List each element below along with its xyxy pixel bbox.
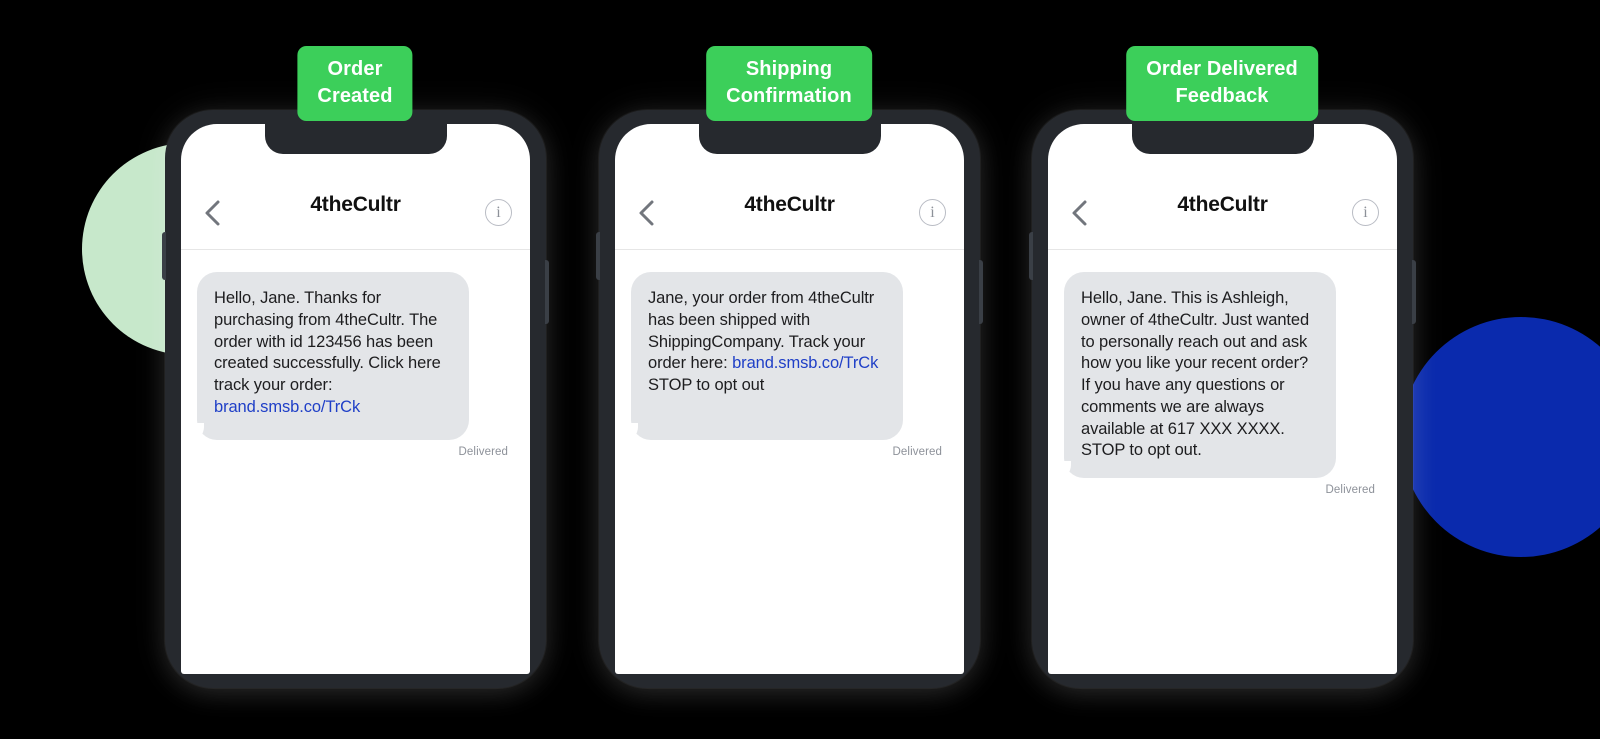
phone-frame: 4theCultr i Hello, Jane. This is Ashleig…: [1029, 110, 1416, 688]
phone-screen: 4theCultr i Jane, your order from 4theCu…: [615, 124, 964, 674]
phone-side-button-right[interactable]: [979, 260, 983, 324]
phone-card-order-delivered-feedback: Order Delivered Feedback 4theCultr i Hel…: [1022, 0, 1422, 739]
chevron-left-icon[interactable]: [1066, 200, 1092, 226]
chevron-left-icon[interactable]: [633, 200, 659, 226]
badge-line-1: Order Delivered: [1146, 58, 1298, 80]
conversation-thread: Hello, Jane. Thanks for purchasing from …: [181, 250, 530, 458]
chevron-left-icon[interactable]: [199, 200, 225, 226]
phone-side-button-left[interactable]: [162, 232, 166, 280]
info-glyph: i: [930, 203, 935, 221]
message-bubble-incoming[interactable]: Hello, Jane. This is Ashleigh, owner of …: [1057, 272, 1336, 480]
sms-lifecycle-mockup: Order Created 4theCultr i Hello, Jane. T…: [0, 0, 1600, 739]
phone-notch: [1131, 124, 1314, 154]
message-link[interactable]: brand.smsb.co/TrCk: [214, 398, 360, 416]
phone-screen: 4theCultr i Hello, Jane. Thanks for purc…: [181, 124, 530, 674]
badge-line-2: Confirmation: [726, 84, 852, 107]
message-text-after-link: STOP to opt out: [648, 376, 765, 395]
message-text: Hello, Jane. Thanks for purchasing from …: [214, 289, 441, 395]
conversation-title: 4theCultr: [744, 192, 835, 216]
badge-line-2: Feedback: [1175, 84, 1269, 107]
delivery-status: Delivered: [1325, 484, 1375, 497]
message-row: Hello, Jane. This is Ashleigh, owner of …: [1057, 272, 1381, 480]
phone-notch: [264, 124, 447, 154]
phone-side-button-left[interactable]: [596, 232, 600, 280]
phone-side-button-right[interactable]: [545, 260, 549, 324]
badge-line-1: Shipping: [745, 58, 833, 80]
phone-frame: 4theCultr i Hello, Jane. Thanks for purc…: [162, 110, 549, 688]
phone-side-button-left[interactable]: [1029, 232, 1033, 280]
conversation-title: 4theCultr: [310, 192, 401, 216]
conversation-title: 4theCultr: [1177, 192, 1268, 216]
info-glyph: i: [1363, 203, 1368, 221]
phone-card-shipping-confirmation: Shipping Confirmation 4theCultr i Jane, …: [589, 0, 989, 739]
badge-shipping-confirmation: Shipping Confirmation: [706, 46, 872, 122]
info-circle-icon[interactable]: i: [485, 199, 512, 226]
delivery-status: Delivered: [892, 446, 942, 458]
badge-order-created: Order Created: [297, 46, 413, 122]
phone-card-order-created: Order Created 4theCultr i Hello, Jane. T…: [155, 0, 555, 739]
message-bubble-incoming[interactable]: Hello, Jane. Thanks for purchasing from …: [190, 272, 469, 441]
phone-screen: 4theCultr i Hello, Jane. This is Ashleig…: [1048, 124, 1397, 674]
phone-side-button-right[interactable]: [1412, 260, 1416, 324]
badge-order-delivered-feedback: Order Delivered Feedback: [1126, 46, 1318, 122]
message-row: Jane, your order from 4theCultr has been…: [624, 272, 948, 441]
message-link[interactable]: brand.smsb.co/TrCk: [732, 354, 878, 372]
phone-frame: 4theCultr i Jane, your order from 4theCu…: [596, 110, 983, 688]
blue-circle-decoration: [1401, 317, 1600, 557]
badge-line-1: Order: [327, 58, 383, 80]
info-glyph: i: [496, 203, 501, 221]
info-circle-icon[interactable]: i: [919, 199, 946, 226]
delivery-status: Delivered: [458, 446, 508, 458]
message-bubble-incoming[interactable]: Jane, your order from 4theCultr has been…: [624, 272, 903, 441]
phone-notch: [698, 124, 881, 154]
message-row: Hello, Jane. Thanks for purchasing from …: [190, 272, 514, 441]
message-text: Hello, Jane. This is Ashleigh, owner of …: [1081, 289, 1310, 460]
info-circle-icon[interactable]: i: [1352, 199, 1379, 226]
conversation-thread: Jane, your order from 4theCultr has been…: [615, 250, 964, 458]
badge-line-2: Created: [317, 84, 393, 107]
conversation-thread: Hello, Jane. This is Ashleigh, owner of …: [1048, 250, 1397, 496]
